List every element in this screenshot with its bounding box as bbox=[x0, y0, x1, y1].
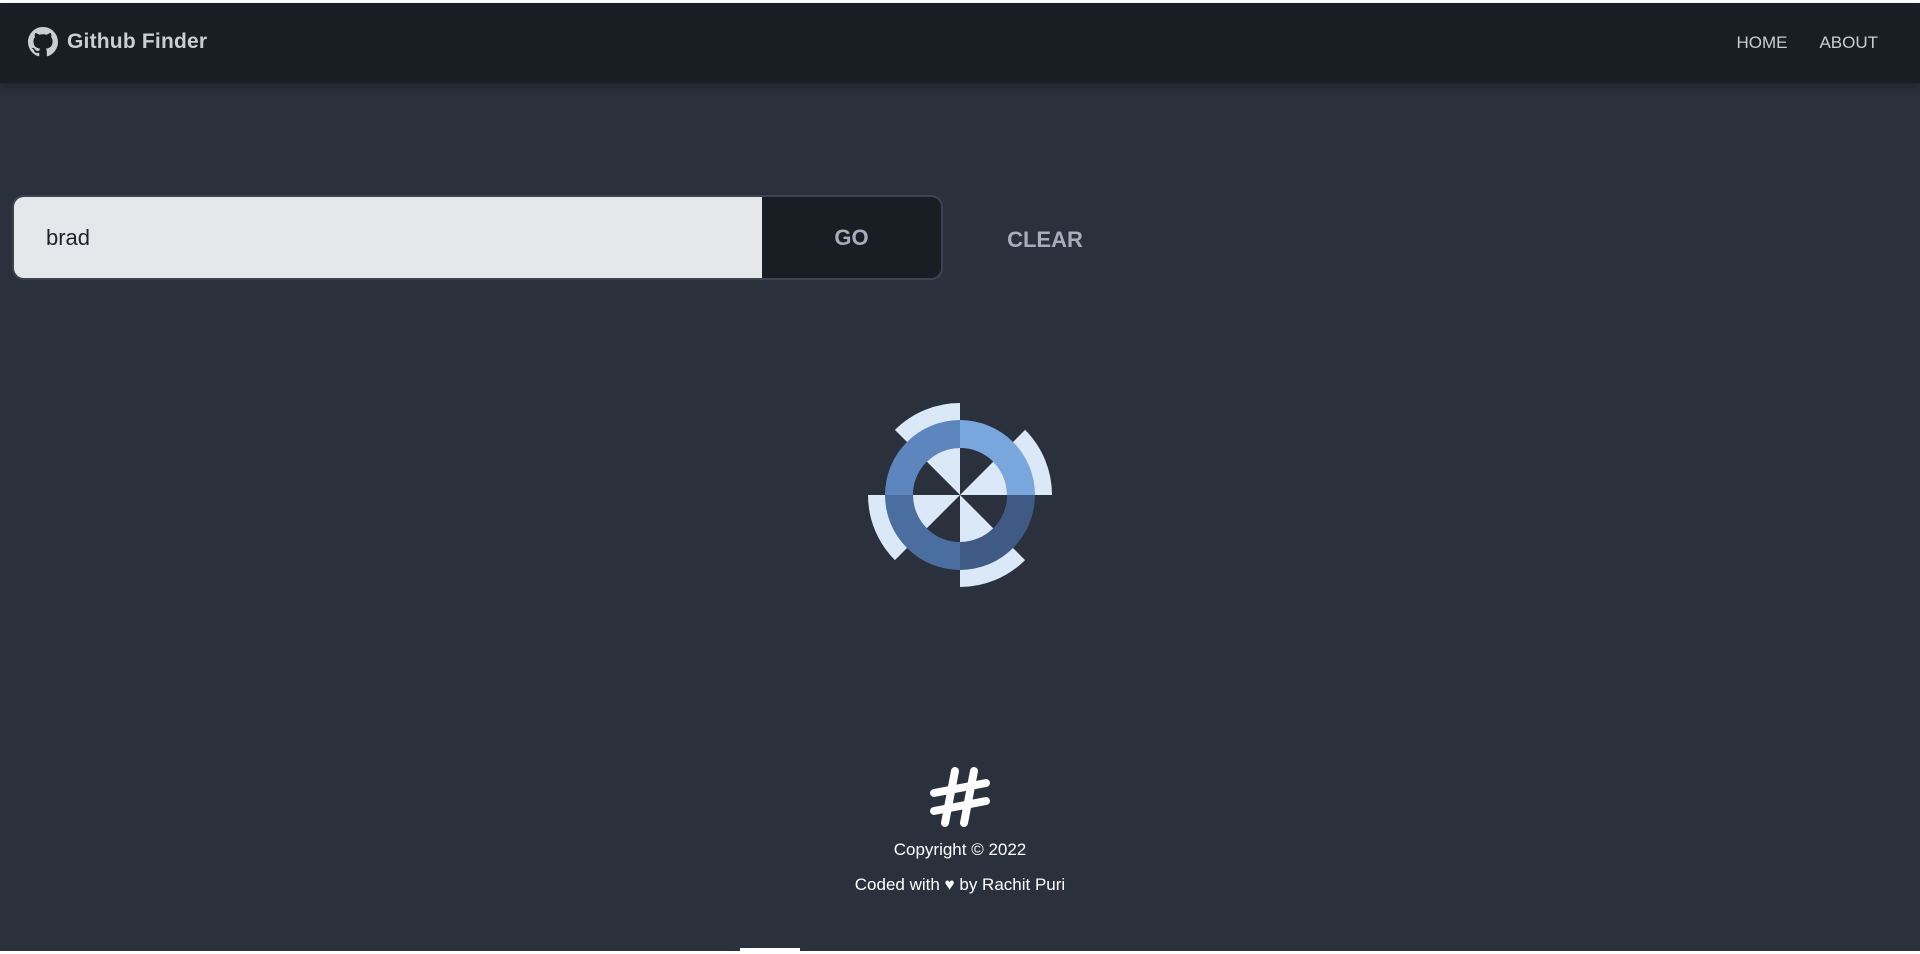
github-icon bbox=[28, 27, 58, 57]
nav-menu: HOME ABOUT bbox=[1736, 33, 1878, 53]
copyright-text: Copyright © 2022 bbox=[893, 840, 1027, 859]
brand-link[interactable]: Github Finder bbox=[28, 27, 207, 57]
app-root: Github Finder HOME ABOUT GO CLEAR bbox=[0, 0, 1920, 951]
spinner-icon bbox=[867, 402, 1052, 588]
navbar: Github Finder HOME ABOUT bbox=[0, 3, 1920, 83]
brand-title: Github Finder bbox=[67, 30, 208, 53]
footer: Copyright © 2022 Coded with ♥ by Rachit … bbox=[0, 765, 1920, 896]
credit-text: Coded with ♥ by Rachit Puri bbox=[854, 875, 1066, 894]
spinner-pinwheel bbox=[913, 448, 1007, 542]
go-button[interactable]: GO bbox=[762, 197, 941, 278]
search-form: GO bbox=[12, 195, 943, 280]
nav-about-link[interactable]: ABOUT bbox=[1819, 33, 1878, 53]
search-input[interactable] bbox=[14, 197, 762, 278]
nav-home-link[interactable]: HOME bbox=[1736, 33, 1787, 53]
bottom-divider bbox=[740, 948, 800, 951]
hash-icon bbox=[930, 767, 990, 827]
clear-button[interactable]: CLEAR bbox=[985, 215, 1105, 265]
